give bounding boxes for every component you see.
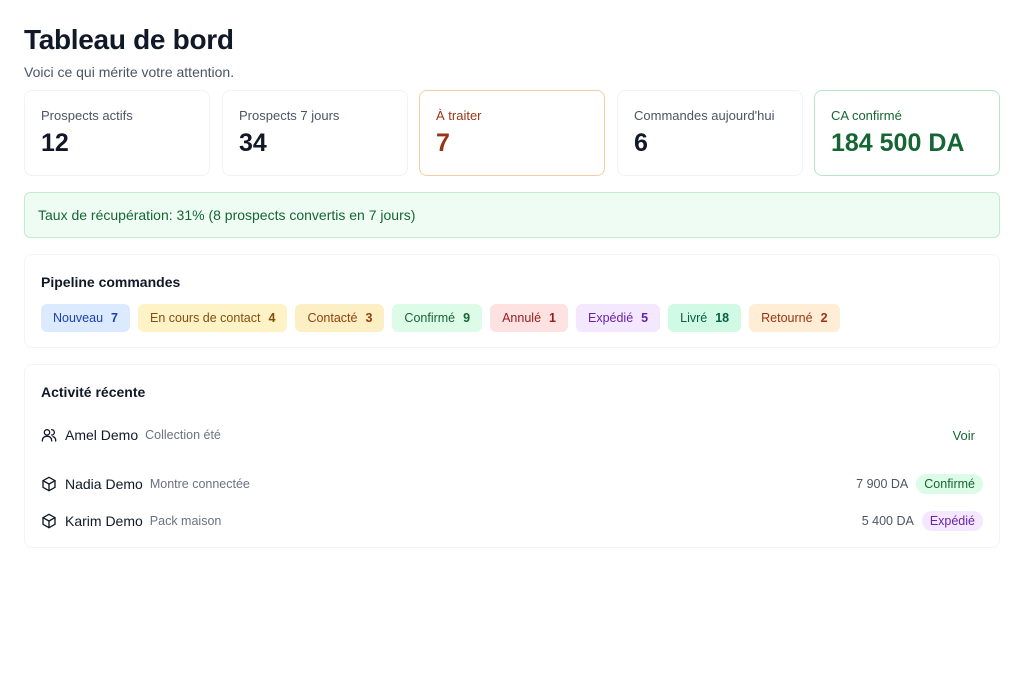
stage-label: Livré [680,311,708,325]
pipeline-stage-chip[interactable]: Expédié 5 [575,304,661,332]
stat-label: Prospects 7 jours [239,108,340,123]
pipeline-stage-chip[interactable]: Retourné 2 [749,304,840,332]
activity-description: Collection été [145,428,221,442]
activity-name: Amel Demo [65,427,139,443]
stage-label: Confirmé [404,311,456,325]
stat-card-confirmed-revenue: CA confirmé 184 500 DA [814,90,1000,176]
recent-activity-card: Activité récente Amel Demo Collection ét… [24,364,1000,548]
pipeline-stage-chip[interactable]: Nouveau 7 [41,304,130,332]
activity-row[interactable]: Karim Demo Pack maison 5 400 DA Expédié [41,509,983,533]
recent-activity-title: Activité récente [41,384,146,400]
view-link[interactable]: Voir [953,428,975,443]
stage-count: 7 [111,311,118,325]
order-amount: 5 400 DA [861,514,914,528]
status-badge: Confirmé [916,474,983,494]
stat-card-prospects-7-days: Prospects 7 jours 34 [222,90,408,176]
stage-label: En cours de contact [150,311,261,325]
stat-card-orders-today: Commandes aujourd'hui 6 [617,90,803,176]
activity-row-meta: 5 400 DA Expédié [862,511,983,531]
activity-name: Nadia Demo [65,476,143,492]
activity-row-actions: Voir [953,428,983,443]
pipeline-chips: Nouveau 7 En cours de contact 4 Contacté 3 Con… [41,304,840,332]
stage-count: 9 [463,311,471,325]
stage-count: 4 [268,311,276,325]
stat-label: Prospects actifs [41,108,133,123]
recovery-rate-banner: Taux de récupération: 31% (8 prospects c… [24,192,1000,238]
pipeline-stage-chip[interactable]: Annulé 1 [490,304,568,332]
stage-count: 3 [365,311,373,325]
pipeline-stage-chip[interactable]: Contacté 3 [295,304,385,332]
stat-value: 184 500 DA [831,129,965,157]
pipeline-stage-chip[interactable]: Livré 18 [668,304,742,332]
status-badge: Expédié [921,511,983,531]
stage-label: Expédié [587,311,634,325]
pipeline-title: Pipeline commandes [41,274,181,290]
stage-label: Annulé [502,311,542,325]
stage-count: 1 [549,311,556,325]
activity-name: Karim Demo [65,513,143,529]
pipeline-card: Pipeline commandes Nouveau 7 En cours de c… [24,254,1000,348]
stat-value: 12 [41,129,69,157]
stat-label: CA confirmé [831,108,902,123]
activity-row[interactable]: Nadia Demo Montre connectée 7 900 DA Con… [41,472,983,496]
stage-count: 2 [820,311,828,325]
stage-count: 18 [715,311,730,325]
stat-value: 34 [239,129,267,157]
activity-description: Pack maison [149,514,222,528]
stat-card-to-process[interactable]: À traiter 7 [419,90,605,176]
stage-count: 5 [641,311,649,325]
package-icon [41,476,57,492]
stat-value: 6 [634,129,648,157]
stage-label: Retourné [761,311,813,325]
page-title: Tableau de bord [24,24,234,55]
activity-row[interactable]: Amel Demo Collection été Voir [41,423,983,447]
stat-label: À traiter [436,108,482,123]
stat-card-active-prospects: Prospects actifs 12 [24,90,210,176]
stat-value: 7 [436,129,450,157]
stage-label: Nouveau [53,311,104,325]
page-subtitle: Voici ce qui mérite votre attention. [24,64,235,80]
pipeline-stage-chip[interactable]: Confirmé 9 [392,304,483,332]
activity-description: Montre connectée [149,477,250,491]
order-amount: 7 900 DA [856,477,909,491]
users-icon [41,427,57,443]
pipeline-stage-chip[interactable]: En cours de contact 4 [138,304,288,332]
stat-label: Commandes aujourd'hui [634,108,775,123]
stage-label: Contacté [307,311,358,325]
package-icon [41,513,57,529]
activity-row-meta: 7 900 DA Confirmé [856,474,983,494]
